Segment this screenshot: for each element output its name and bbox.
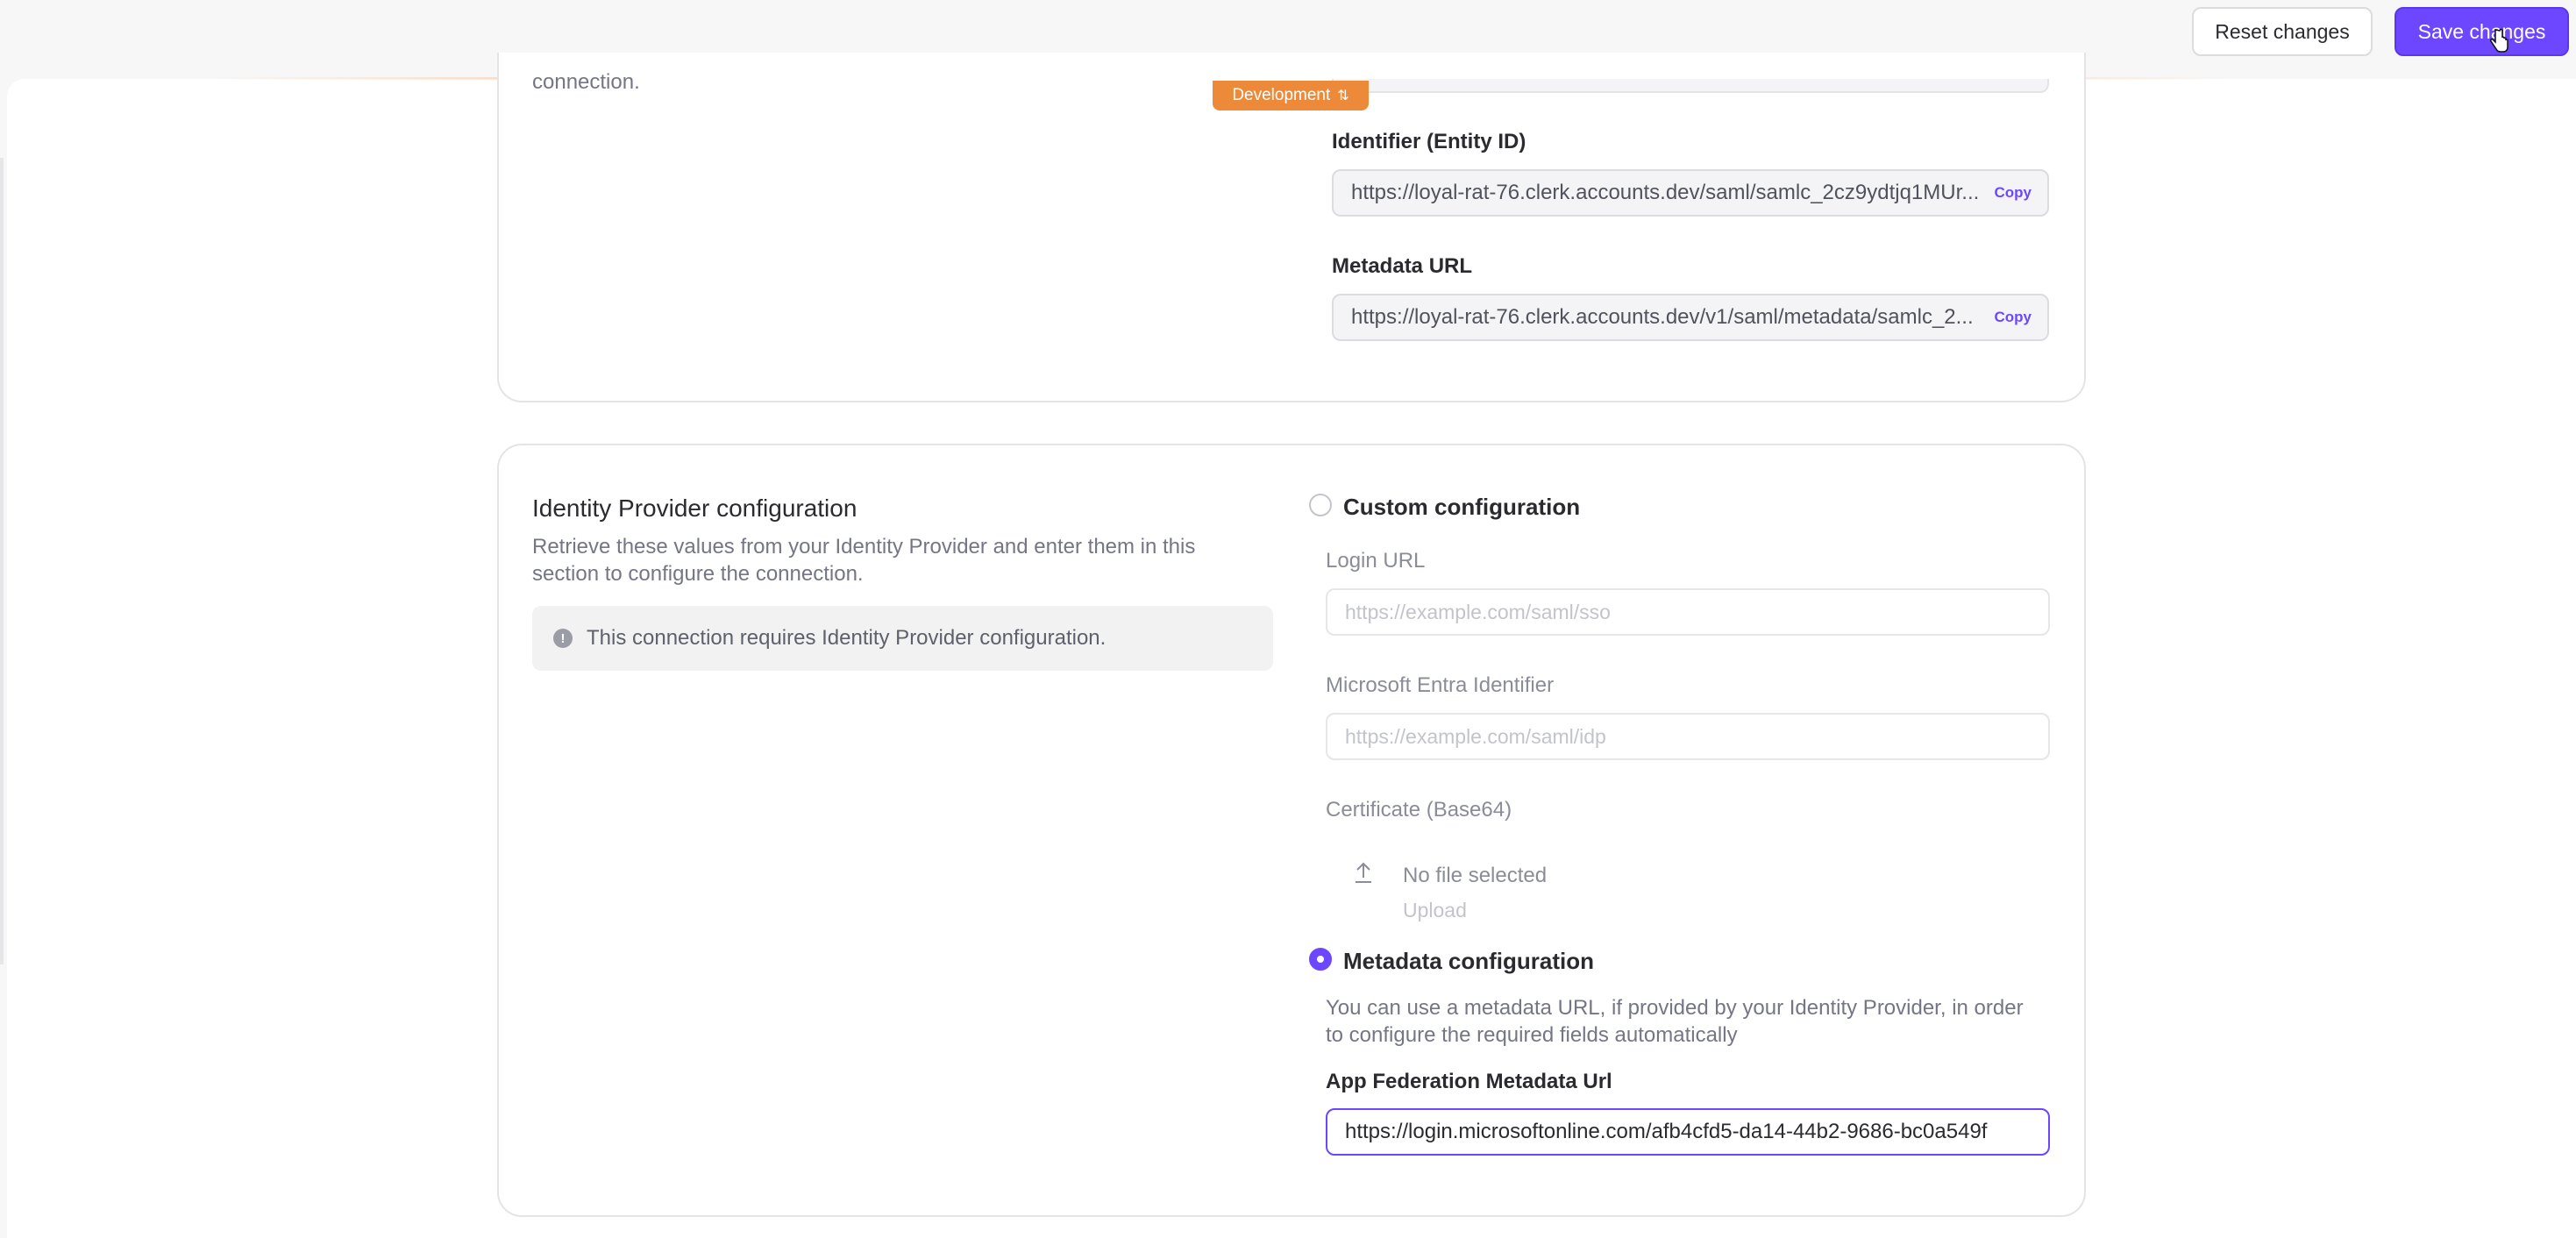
login-url-input[interactable]: https://example.com/saml/sso: [1326, 588, 2050, 636]
metadata-configuration-label[interactable]: Metadata configuration: [1343, 948, 1594, 975]
reset-changes-button[interactable]: Reset changes: [2192, 7, 2373, 56]
entity-id-field: https://loyal-rat-76.clerk.accounts.dev/…: [1332, 169, 2049, 217]
metadata-description: You can use a metadata URL, if provided …: [1326, 996, 2024, 1047]
entity-id-value: https://loyal-rat-76.clerk.accounts.dev/…: [1351, 181, 1980, 204]
metadata-url-value: https://loyal-rat-76.clerk.accounts.dev/…: [1351, 305, 1974, 329]
idp-section-description: Retrieve these values from your Identity…: [532, 535, 1196, 586]
scroll-edge: [0, 158, 4, 964]
custom-configuration-label[interactable]: Custom configuration: [1343, 494, 1580, 521]
no-file-selected-text: No file selected: [1403, 864, 1548, 887]
sp-description-tail: connection.: [532, 70, 640, 94]
metadata-configuration-radio[interactable]: [1309, 948, 1332, 971]
environment-badge-label: Development: [1232, 86, 1331, 104]
switch-arrows-icon: ⇅: [1337, 89, 1349, 103]
copy-metadata-url-button[interactable]: Copy: [1995, 309, 2032, 326]
idp-section-title: Identity Provider configuration: [532, 494, 857, 522]
upload-button[interactable]: Upload: [1403, 899, 1467, 922]
login-url-label: Login URL: [1326, 549, 1426, 573]
environment-badge[interactable]: Development ⇅: [1213, 81, 1369, 110]
upload-icon[interactable]: [1354, 861, 1373, 884]
copy-entity-id-button[interactable]: Copy: [1995, 184, 2032, 202]
entra-identifier-label: Microsoft Entra Identifier: [1326, 673, 1555, 697]
info-icon: !: [553, 629, 573, 648]
metadata-url-label: Metadata URL: [1332, 254, 1473, 278]
hand-cursor-icon: [2490, 28, 2508, 53]
idp-info-text: This connection requires Identity Provid…: [587, 626, 1107, 650]
entra-identifier-input[interactable]: https://example.com/saml/idp: [1326, 713, 2050, 760]
metadata-url-field: https://loyal-rat-76.clerk.accounts.dev/…: [1332, 294, 2049, 341]
app-federation-metadata-url-input[interactable]: https://login.microsoftonline.com/afb4cf…: [1326, 1108, 2050, 1156]
idp-info-banner: ! This connection requires Identity Prov…: [532, 606, 1273, 671]
scrolled-field-edge: [1332, 79, 2049, 93]
app-federation-metadata-url-label: App Federation Metadata Url: [1326, 1070, 1612, 1093]
save-changes-button[interactable]: Save changes: [2395, 7, 2569, 56]
custom-configuration-radio[interactable]: [1309, 494, 1332, 516]
entity-id-label: Identifier (Entity ID): [1332, 130, 1526, 153]
certificate-label: Certificate (Base64): [1326, 798, 1512, 822]
